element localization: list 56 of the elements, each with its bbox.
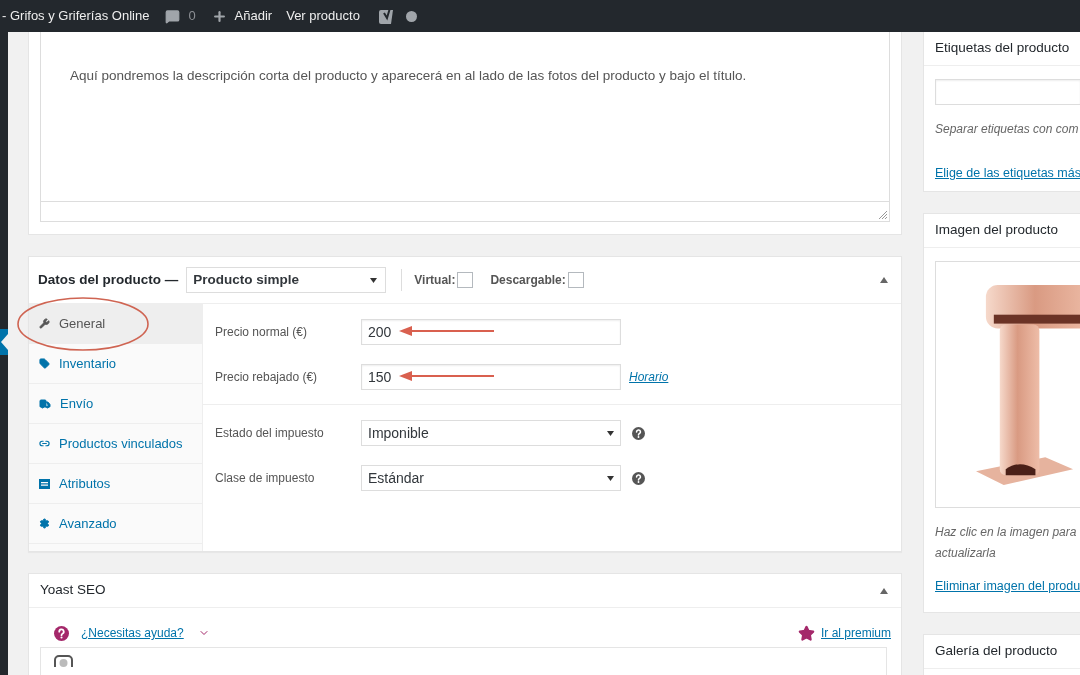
comment-icon: [165, 8, 181, 24]
panel-title: Yoast SEO: [40, 581, 106, 600]
view-product-link[interactable]: Ver producto: [286, 6, 360, 26]
plus-icon: [211, 8, 227, 24]
help-icon[interactable]: [54, 625, 69, 641]
premium-link[interactable]: Ir al premium: [821, 624, 891, 642]
table-icon: [39, 478, 50, 489]
description-text: Aquí pondremos la descripción corta del producto y aparecerá en al lado de las fotos del producto y bajo el título.: [70, 67, 748, 85]
editor-field[interactable]: Aquí pondremos la descripción corta del producto y aparecerá en al lado de las fotos del producto y bajo el título.: [40, 32, 890, 222]
link-icon: [39, 438, 50, 449]
schedule-link[interactable]: Horario: [629, 368, 669, 386]
score-icon: [54, 655, 73, 667]
collapse-toggle-icon[interactable]: [880, 587, 888, 594]
logo-icon[interactable]: [377, 7, 396, 25]
caret-icon: [607, 430, 614, 436]
hint-text: actualizarla: [935, 545, 997, 562]
field-label: Clase de impuesto: [214, 470, 316, 487]
panel-title: Imagen del producto: [935, 221, 1059, 240]
tab[interactable]: General: [29, 304, 202, 344]
help-icon[interactable]: [632, 471, 645, 485]
popular-tags-link[interactable]: Elige de las etiquetas más: [935, 164, 1080, 183]
star-icon: [798, 624, 815, 642]
help-icon[interactable]: [632, 426, 645, 440]
select-dropdown[interactable]: Estándar: [361, 465, 621, 491]
image-frame[interactable]: [935, 261, 1080, 508]
tag-input[interactable]: [935, 79, 1080, 105]
input-field[interactable]: 200: [361, 319, 621, 345]
wrench-icon: [39, 318, 50, 329]
new-link[interactable]: Añadir: [211, 6, 273, 26]
tag-icon: [39, 358, 50, 369]
resize-handle-icon[interactable]: [879, 211, 887, 219]
collapse-toggle-icon[interactable]: [880, 277, 888, 283]
checkbox[interactable]: [457, 272, 474, 288]
panel-title: Etiquetas del producto: [935, 39, 1070, 58]
field-label: Estado del impuesto: [214, 425, 325, 442]
product-type-select[interactable]: Producto simple: [186, 267, 387, 293]
site-title-link[interactable]: - Grifos y Griferías Online: [0, 6, 150, 26]
checkbox-label: Descargable:: [490, 272, 566, 289]
hint-text: Separar etiquetas con com: [935, 121, 1080, 138]
checkbox-label: Virtual:: [414, 272, 456, 289]
select-dropdown[interactable]: Imponible: [361, 420, 621, 446]
hint-text: Haz clic en la imagen para: [935, 524, 1078, 541]
caret-icon: [370, 277, 378, 283]
panel-title: Datos del producto —: [38, 270, 179, 289]
status-dot-icon: [405, 10, 417, 22]
field-label: Precio rebajado (€): [214, 369, 319, 386]
comments-link[interactable]: 0: [165, 6, 196, 26]
checkbox[interactable]: [567, 272, 584, 288]
input-field[interactable]: 150: [361, 364, 621, 390]
remove-image-link[interactable]: Eliminar imagen del produ: [935, 577, 1080, 596]
truck-icon: [39, 397, 51, 410]
help-link[interactable]: ¿Necesitas ayuda?: [81, 624, 184, 642]
caret-icon: [607, 475, 614, 481]
field-label: Precio normal (€): [214, 324, 309, 341]
panel-title: Galería del producto: [935, 642, 1058, 661]
gear-icon: [39, 518, 50, 529]
